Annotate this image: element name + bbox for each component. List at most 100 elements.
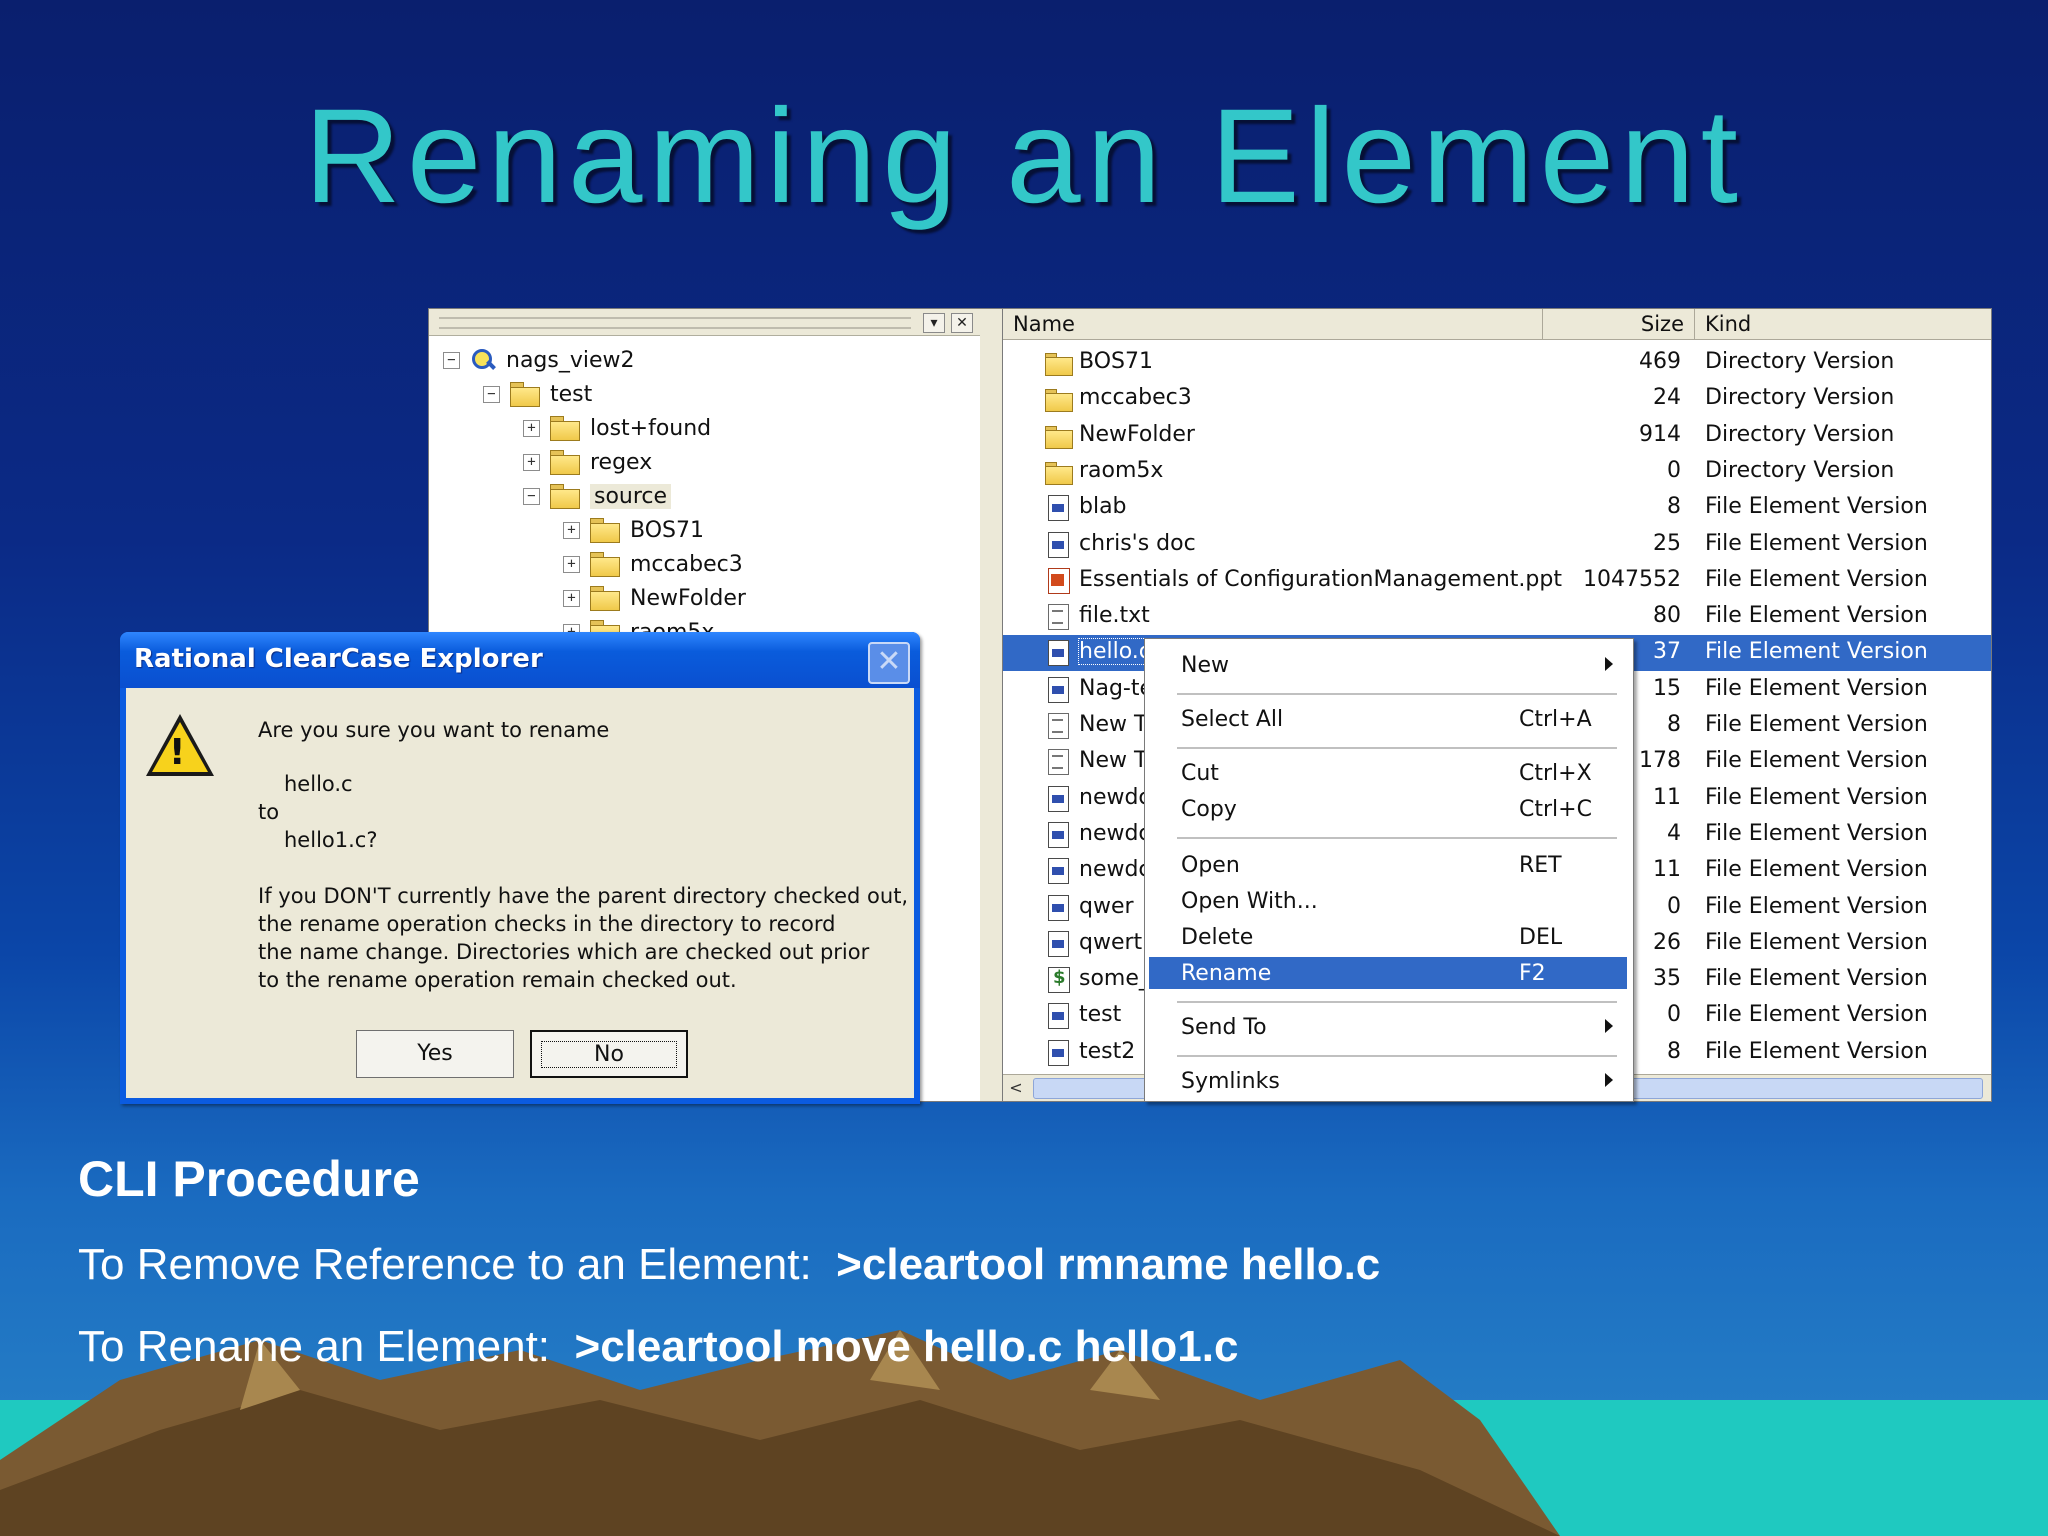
list-row[interactable]: raom5x 0 Directory Version [1003, 454, 1991, 490]
list-row[interactable]: file.txt 80 File Element Version [1003, 599, 1991, 635]
tree-node-folder[interactable]: + mccabec3 [563, 549, 743, 579]
file-name: file.txt [1079, 603, 1150, 629]
list-cell-kind: File Element Version [1705, 784, 1928, 810]
menu-item-select-all[interactable]: Select All Ctrl+A [1149, 703, 1627, 735]
menu-item-open[interactable]: Open RET [1149, 849, 1627, 881]
menu-item-send-to[interactable]: Send To [1149, 1011, 1627, 1043]
column-header-size[interactable]: Size [1543, 309, 1695, 339]
list-cell-kind: File Element Version [1705, 857, 1928, 883]
folder-icon [1045, 423, 1073, 449]
folder-icon [590, 586, 620, 611]
column-header-name[interactable]: Name [1003, 309, 1543, 339]
cli-line-remove: To Remove Reference to an Element: >clea… [78, 1240, 1380, 1290]
column-header-kind[interactable]: Kind [1695, 309, 1991, 339]
tree-node-folder[interactable]: − test [483, 379, 592, 409]
menu-item-label: Open With... [1181, 889, 1318, 914]
tree-node-view[interactable]: − nags_view2 [443, 345, 635, 375]
dialog-question: Are you sure you want to rename [258, 718, 610, 742]
menu-separator [1177, 1001, 1617, 1003]
rename-confirm-dialog: Rational ClearCase Explorer ✕ ! [120, 632, 920, 1104]
collapse-icon[interactable]: − [443, 351, 460, 369]
tree-node-folder[interactable]: + NewFolder [563, 583, 746, 613]
menu-item-label: Delete [1181, 925, 1254, 950]
dialog-to: to [258, 800, 280, 824]
list-cell-kind: File Element Version [1705, 820, 1928, 846]
list-cell-kind: File Element Version [1705, 1002, 1928, 1028]
menu-item-cut[interactable]: Cut Ctrl+X [1149, 757, 1627, 789]
submenu-arrow-icon [1605, 657, 1613, 671]
list-row[interactable]: BOS71 469 Directory Version [1003, 345, 1991, 381]
menu-item-new[interactable]: New [1149, 649, 1627, 681]
tree-node-folder[interactable]: + BOS71 [563, 515, 704, 545]
expand-icon[interactable]: + [563, 589, 580, 607]
dialog-note-line: to the rename operation remain checked o… [258, 968, 737, 992]
list-row[interactable]: mccabec3 24 Directory Version [1003, 381, 1991, 417]
yes-button[interactable]: Yes [356, 1030, 514, 1078]
pane-splitter[interactable] [980, 308, 1002, 1102]
menu-item-open-with[interactable]: Open With... [1149, 885, 1627, 917]
list-cell-kind: Directory Version [1705, 457, 1895, 483]
collapse-icon[interactable]: − [523, 487, 540, 505]
menu-item-label: Symlinks [1181, 1069, 1280, 1094]
clearcase-file-icon [1045, 676, 1071, 703]
list-cell-name: Essentials of ConfigurationManagement.pp… [1079, 567, 1562, 592]
tree-node-folder[interactable]: + regex [523, 447, 652, 477]
tree-node-label: source [590, 483, 672, 509]
close-icon[interactable]: ✕ [868, 642, 910, 684]
expand-icon[interactable]: + [563, 521, 580, 539]
menu-item-shortcut: Ctrl+C [1519, 797, 1592, 822]
cli-command: >cleartool move hello.c hello1.c [574, 1322, 1239, 1371]
list-row[interactable]: Essentials of ConfigurationManagement.pp… [1003, 563, 1991, 599]
list-cell-name: file.txt [1079, 603, 1150, 628]
text-file-icon [1045, 713, 1071, 739]
file-name: test [1079, 1002, 1122, 1028]
menu-item-label: Rename [1181, 961, 1272, 986]
menu-item-rename[interactable]: Rename F2 [1149, 957, 1627, 989]
file-name: raom5x [1079, 457, 1164, 483]
list-row[interactable]: NewFolder 914 Directory Version [1003, 418, 1991, 454]
list-cell-size: 8 [1667, 494, 1681, 520]
menu-item-shortcut: RET [1519, 853, 1562, 878]
pane-menu-button[interactable]: ▾ [923, 313, 945, 333]
clearcase-file-icon [1045, 1039, 1071, 1066]
menu-item-shortcut: Ctrl+X [1519, 761, 1592, 786]
file-name: newdc [1079, 857, 1151, 883]
pane-close-button[interactable]: ✕ [951, 313, 973, 333]
folder-icon [550, 450, 580, 475]
expand-icon[interactable]: + [563, 555, 580, 573]
clearcase-file-icon [1045, 894, 1071, 921]
tree-node-label: mccabec3 [630, 551, 743, 577]
no-button[interactable]: No [530, 1030, 688, 1078]
tree-node-folder[interactable]: + lost+found [523, 413, 711, 443]
submenu-arrow-icon [1605, 1019, 1613, 1033]
script-icon [1045, 967, 1071, 994]
menu-item-symlinks[interactable]: Symlinks [1149, 1065, 1627, 1097]
file-name: New T [1079, 712, 1148, 737]
menu-item-label: Copy [1181, 797, 1237, 822]
collapse-icon[interactable]: − [483, 385, 500, 403]
menu-item-label: Open [1181, 853, 1240, 878]
dialog-titlebar[interactable]: Rational ClearCase Explorer ✕ [120, 632, 920, 688]
warning-exclamation-icon: ! [169, 732, 186, 773]
list-cell-size: 25 [1653, 530, 1681, 556]
list-row[interactable]: chris's doc 25 File Element Version [1003, 527, 1991, 563]
pane-grip[interactable] [439, 317, 911, 329]
menu-item-delete[interactable]: Delete DEL [1149, 921, 1627, 953]
folder-icon [590, 518, 620, 543]
list-cell-size: 1047552 [1583, 566, 1681, 592]
list-cell-kind: Directory Version [1705, 385, 1895, 411]
menu-item-copy[interactable]: Copy Ctrl+C [1149, 793, 1627, 825]
expand-icon[interactable]: + [523, 419, 540, 437]
scroll-left-icon[interactable]: < [1003, 1075, 1029, 1101]
list-cell-name: qwer [1079, 894, 1134, 919]
list-cell-kind: File Element Version [1705, 639, 1928, 665]
powerpoint-icon [1045, 567, 1071, 594]
clearcase-file-icon [1045, 531, 1071, 558]
expand-icon[interactable]: + [523, 453, 540, 471]
list-cell-name: raom5x [1079, 458, 1163, 483]
cli-line-label: To Remove Reference to an Element: [78, 1240, 812, 1289]
list-row[interactable]: blab 8 File Element Version [1003, 490, 1991, 526]
cli-heading: CLI Procedure [78, 1151, 420, 1207]
tree-node-folder-selected[interactable]: − source [523, 481, 672, 511]
menu-item-label: New [1181, 653, 1229, 678]
